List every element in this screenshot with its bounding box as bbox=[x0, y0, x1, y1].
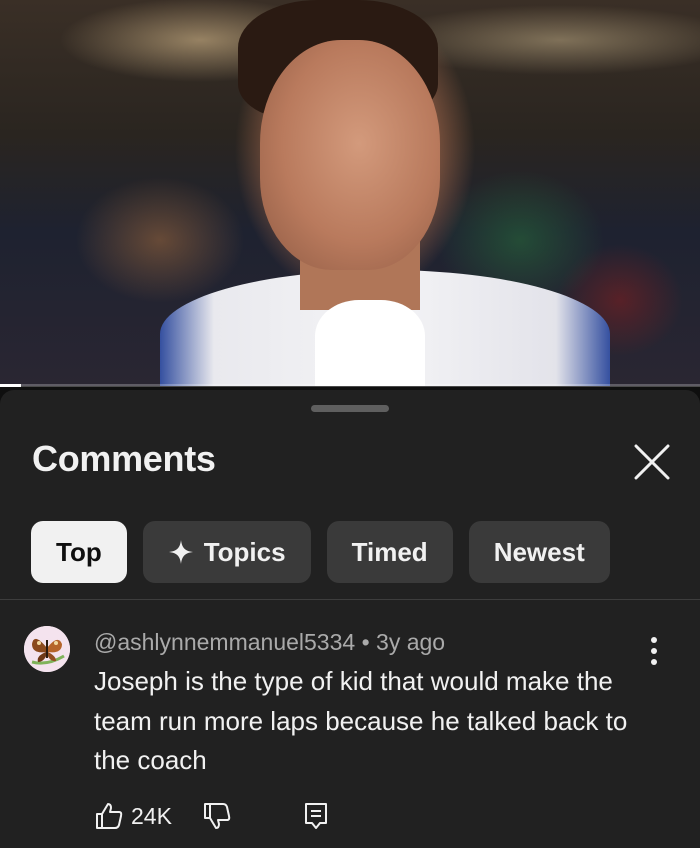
comment-author[interactable]: @ashlynnemmanuel5334 bbox=[94, 629, 355, 655]
sparkle-icon bbox=[168, 539, 194, 565]
chip-top-label: Top bbox=[56, 536, 102, 567]
video-progress-bar[interactable] bbox=[0, 384, 700, 387]
comment-meta: @ashlynnemmanuel5334 • 3y ago bbox=[94, 629, 445, 656]
chip-newest[interactable]: Newest bbox=[468, 521, 610, 583]
reply-icon bbox=[304, 803, 327, 829]
comment-item: @ashlynnemmanuel5334 • 3y ago Joseph is … bbox=[0, 600, 700, 848]
chip-timed[interactable]: Timed bbox=[326, 521, 453, 583]
comment-time: 3y ago bbox=[376, 629, 446, 655]
comments-sheet: Comments Top Topics Timed Newest @ashlyn… bbox=[0, 390, 700, 848]
comments-title: Comments bbox=[32, 438, 216, 479]
chip-timed-label: Timed bbox=[351, 536, 428, 567]
chip-topics-label: Topics bbox=[203, 536, 286, 567]
like-count: 24K bbox=[131, 802, 172, 829]
close-icon bbox=[634, 444, 670, 480]
video-progress-fill bbox=[0, 384, 21, 387]
like-button[interactable]: 24K bbox=[94, 801, 172, 831]
dislike-button[interactable] bbox=[202, 801, 232, 831]
comment-filter-chips: Top Topics Timed Newest bbox=[31, 521, 610, 583]
drag-handle[interactable] bbox=[311, 405, 389, 412]
chip-top[interactable]: Top bbox=[31, 521, 127, 583]
video-player[interactable] bbox=[0, 0, 700, 386]
comment-text: Joseph is the type of kid that would mak… bbox=[94, 666, 628, 775]
meta-separator: • bbox=[355, 629, 377, 655]
thumbs-down-icon bbox=[203, 803, 231, 829]
reply-button[interactable] bbox=[302, 801, 330, 831]
close-button[interactable] bbox=[630, 440, 674, 484]
video-frame-face bbox=[260, 40, 440, 270]
thumbs-up-icon bbox=[96, 803, 123, 829]
comment-actions: 24K bbox=[94, 798, 330, 834]
chip-newest-label: Newest bbox=[493, 536, 585, 567]
avatar[interactable] bbox=[24, 626, 70, 672]
video-frame-shirt bbox=[315, 300, 425, 386]
chip-topics[interactable]: Topics bbox=[142, 521, 311, 583]
butterfly-avatar-icon bbox=[24, 626, 70, 672]
